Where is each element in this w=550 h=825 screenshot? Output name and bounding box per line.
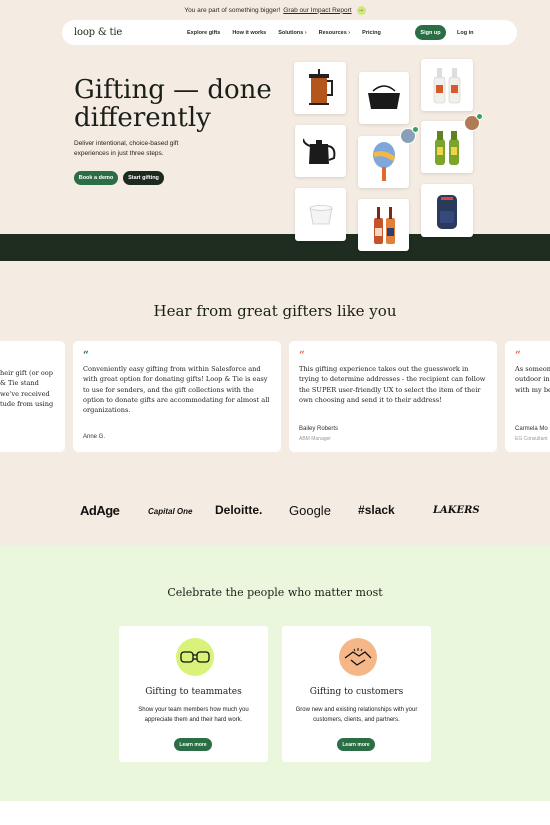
card-title: Gifting to teammates: [145, 687, 242, 697]
testimonial-text: This gifting experience takes out the gu…: [299, 365, 486, 404]
check-icon: [476, 113, 483, 120]
product-bottles-white: [421, 59, 473, 111]
hero-title-line-2: differently: [74, 103, 211, 133]
card-title: Gifting to customers: [309, 687, 404, 697]
product-bottles-green: [421, 121, 473, 173]
customers-card: Gifting to customers Grow new and existi…: [282, 626, 431, 762]
card-description: Grow new and existing relationships with…: [295, 707, 418, 723]
hero-title-line-1: Gifting — done: [74, 75, 272, 105]
quote-icon: “: [299, 350, 305, 361]
check-icon: [412, 126, 419, 133]
quote-icon: “: [515, 350, 521, 361]
testimonial-text: As someon outdoor in with my be: [515, 365, 550, 394]
logo-capital-one: Capital One: [148, 507, 193, 516]
bottles-image: [433, 68, 461, 104]
handshake-icon: [339, 638, 377, 676]
testimonial-text: Conveniently easy gifting from within Sa…: [83, 365, 270, 415]
logo-adage: AdAge: [80, 503, 120, 518]
logo-google: Google: [289, 503, 331, 518]
celebrate-title: Celebrate the people who matter most: [167, 586, 383, 599]
hero-title: Gifting — done differently: [74, 76, 294, 132]
product-bowl: [295, 188, 346, 241]
brand-logo[interactable]: loop & tie: [74, 27, 122, 38]
product-bag: [359, 72, 409, 124]
book-demo-button[interactable]: Book a demo: [74, 171, 118, 185]
handbag-image: [368, 85, 400, 109]
nav-links: Explore gifts How it works Solutions › R…: [187, 30, 381, 36]
backpack-image: [437, 194, 457, 229]
logo-lakers: LAKERS: [433, 505, 480, 516]
wine-bottles-image: [373, 207, 395, 244]
testimonial-card-partial-right: “ As someon outdoor in with my be Carmel…: [505, 341, 550, 452]
testimonial-card-partial-left: heir gift (or oop & Tie stand we've rece…: [0, 341, 65, 452]
teammates-card: Gifting to teammates Show your team memb…: [119, 626, 268, 762]
bowl-image: [309, 204, 332, 224]
fist-bump-icon: [176, 638, 214, 676]
logo-slack: #slack: [358, 503, 395, 517]
celebrate-section: [0, 546, 550, 801]
footer-strip: [0, 801, 550, 825]
hero-dark-band: [0, 234, 550, 261]
signup-button[interactable]: Sign up: [415, 25, 446, 40]
testimonial-role: EG Consultant: [515, 436, 548, 442]
testimonial-role: ABM Manager: [299, 436, 331, 442]
logo-deloitte: Deloitte.: [215, 503, 263, 517]
top-nav: loop & tie Explore gifts How it works So…: [62, 20, 517, 45]
testimonials-title: Hear from great gifters like you: [153, 302, 397, 320]
login-link[interactable]: Log in: [457, 25, 474, 40]
product-french-press: [294, 62, 346, 114]
impact-report-link[interactable]: Grab our Impact Report: [283, 7, 351, 14]
nav-solutions[interactable]: Solutions ›: [278, 30, 306, 36]
french-press-image: [309, 69, 333, 105]
testimonial-card: “ This gifting experience takes out the …: [289, 341, 497, 452]
learn-more-button[interactable]: Learn more: [174, 738, 212, 751]
product-backpack: [421, 184, 473, 237]
nav-explore-gifts[interactable]: Explore gifts: [187, 30, 220, 36]
testimonial-text: heir gift (or oop & Tie stand we've rece…: [0, 369, 54, 408]
product-wine: [358, 199, 409, 251]
card-description: Show your team members how much you appr…: [138, 707, 249, 723]
start-gifting-button[interactable]: Start gifting: [123, 171, 164, 185]
hero-subtitle: Deliver intentional, choice-based gift e…: [74, 140, 179, 157]
testimonial-author: Bailey Roberts: [299, 426, 339, 432]
slack-icon: #: [358, 503, 365, 517]
arrow-right-icon[interactable]: →: [356, 5, 366, 15]
product-paddle: [358, 136, 409, 188]
kettle-image: [302, 138, 335, 164]
nav-pricing[interactable]: Pricing: [362, 30, 381, 36]
nav-how-it-works[interactable]: How it works: [232, 30, 266, 36]
announcement-bar: You are part of something bigger! Grab o…: [0, 0, 550, 20]
pickleball-paddle-image: [372, 142, 396, 181]
quote-icon: “: [83, 350, 89, 361]
testimonial-author: Carmela Mo: [515, 426, 548, 432]
nav-resources[interactable]: Resources ›: [319, 30, 351, 36]
product-kettle: [295, 125, 346, 177]
testimonial-card: “ Conveniently easy gifting from within …: [73, 341, 281, 452]
testimonial-author: Anne G.: [83, 434, 106, 440]
learn-more-button[interactable]: Learn more: [337, 738, 375, 751]
announcement-text: You are part of something bigger!: [184, 6, 281, 14]
green-bottles-image: [435, 131, 459, 165]
